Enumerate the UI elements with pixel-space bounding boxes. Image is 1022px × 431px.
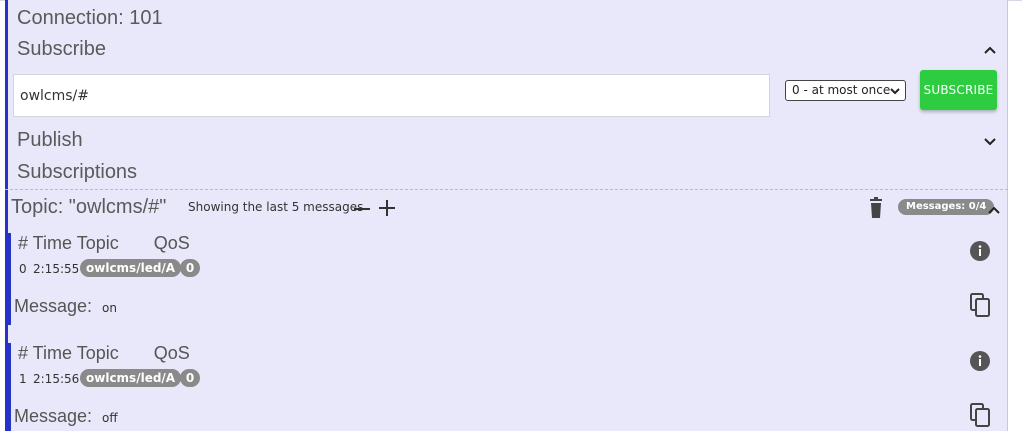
message-item: # Time Topic QoS 1 2:15:56 owlcms/led/A … — [5, 343, 1008, 431]
message-time: 2:15:56 — [33, 372, 80, 386]
message-accent-bar — [7, 233, 11, 325]
message-accent-bar — [7, 343, 11, 431]
copy-icon[interactable] — [970, 403, 990, 427]
message-topic-chip: owlcms/led/A — [80, 369, 182, 387]
chevron-up-icon[interactable] — [983, 43, 997, 57]
message-index: 0 — [19, 262, 27, 276]
subscribe-button[interactable]: SUBSCRIBE — [920, 70, 997, 110]
minus-icon[interactable] — [352, 200, 372, 218]
message-value: off — [102, 411, 118, 425]
connection-title: Connection: 101 — [17, 7, 163, 29]
publish-header[interactable]: Publish — [17, 129, 83, 152]
copy-icon[interactable] — [970, 293, 990, 317]
subscription-topic-title: Topic: "owlcms/#" — [11, 196, 167, 218]
subscriptions-header[interactable]: Subscriptions — [17, 161, 137, 184]
message-index: 1 — [19, 372, 27, 386]
qos-select[interactable]: 0 - at most once — [785, 80, 906, 101]
message-topic-chip: owlcms/led/A — [80, 259, 182, 277]
plus-icon[interactable] — [377, 198, 397, 218]
info-icon[interactable] — [970, 351, 990, 371]
message-header: # Time Topic QoS — [18, 343, 190, 363]
subscribe-topic-input[interactable] — [13, 74, 770, 117]
message-item: # Time Topic QoS 0 2:15:55 owlcms/led/A … — [5, 233, 1008, 325]
message-qos-chip: 0 — [180, 369, 200, 387]
chevron-down-icon[interactable] — [983, 134, 997, 148]
message-value: on — [102, 301, 117, 315]
message-label: Message: — [14, 406, 93, 426]
showing-messages-text: Showing the last 5 messages — [188, 200, 364, 214]
message-time: 2:15:55 — [33, 262, 80, 276]
chevron-up-icon[interactable] — [987, 203, 1001, 222]
trash-icon[interactable] — [866, 196, 886, 220]
subscriptions-divider — [5, 189, 1008, 190]
chevron-down-icon — [889, 84, 901, 100]
message-qos-chip: 0 — [180, 259, 200, 277]
message-label: Message: — [14, 296, 93, 316]
subscribe-header[interactable]: Subscribe — [17, 38, 106, 61]
qos-select-value: 0 - at most once — [792, 83, 891, 97]
message-header: # Time Topic QoS — [18, 233, 190, 253]
messages-count-badge: Messages: 0/4 — [898, 199, 995, 215]
info-icon[interactable] — [970, 241, 990, 261]
